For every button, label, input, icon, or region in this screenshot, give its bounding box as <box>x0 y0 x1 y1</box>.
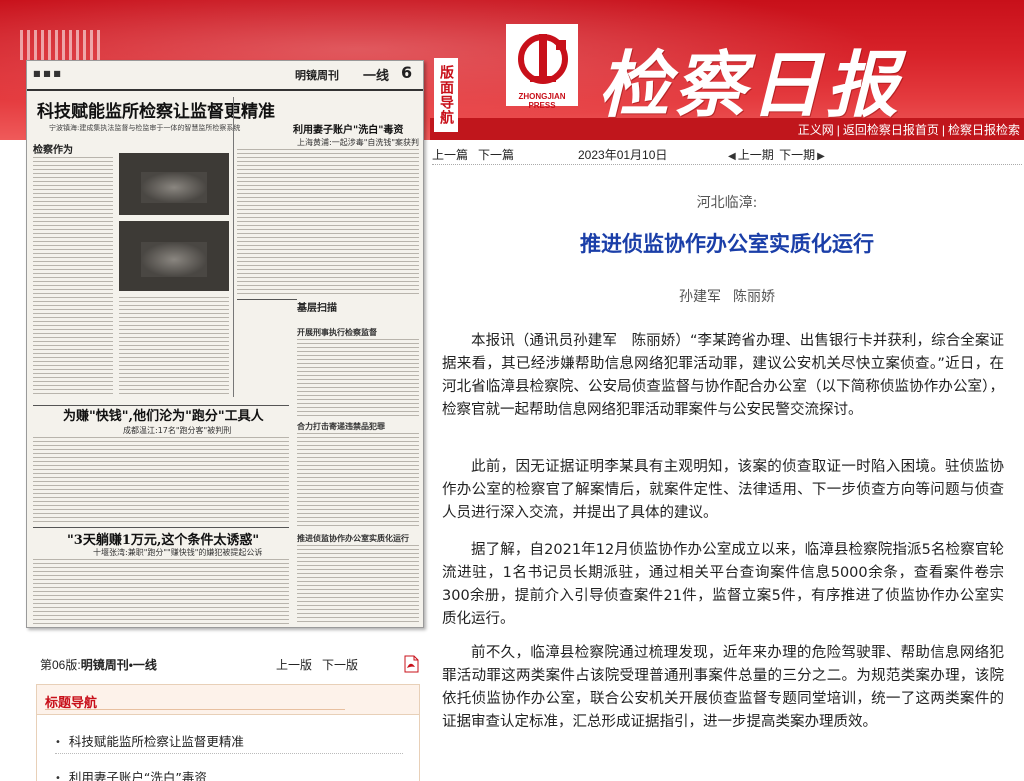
article-nav: 上一篇 下一篇 2023年01月10日 ◀ 上一期 下一期 ▶ <box>432 145 1022 163</box>
layout-guide-label: 版面导航 <box>438 65 454 125</box>
page-pager: 上一版 下一版 <box>276 656 368 673</box>
newspaper-title: 检察日报 <box>598 42 903 127</box>
arrow-left-icon: ◀ <box>728 151 736 162</box>
arrow-right-icon: ▶ <box>817 151 825 162</box>
thumb-mid-sub: 成都温江:17名"跑分客"被判刑 <box>123 426 232 435</box>
article-paragraph: 前不久，临漳县检察院通过梳理发现，近年来办理的危险驾驶罪、帮助信息网络犯罪活动罪… <box>442 645 1004 730</box>
page-header: ■ ■ ■ 明镜周刊 一线 6 <box>27 61 423 91</box>
thumb-text-block <box>297 433 419 529</box>
page-label: 第06版:明镜周刊•一线 <box>40 656 157 673</box>
prev-issue-link[interactable]: 上一期 <box>738 148 774 162</box>
column-name: 明镜周刊 <box>295 69 339 82</box>
author-name: 孙建军 <box>679 289 721 305</box>
newspaper-page-thumbnail[interactable]: ■ ■ ■ 明镜周刊 一线 6 科技赋能监所检察让监督更精准 宁波镇海:建成集执… <box>26 60 424 628</box>
banner-decoration <box>20 30 100 60</box>
press-name: ZHONGJIAN PRESS <box>518 92 566 110</box>
page-logo: ■ ■ ■ <box>33 69 61 78</box>
link-separator: | <box>941 123 945 137</box>
header-underline <box>45 709 345 710</box>
page-label-num: 第06版: <box>40 658 81 672</box>
thumb-item-c[interactable]: 推进侦监协作办公室实质化运行 <box>297 533 409 544</box>
column-divider <box>233 97 234 397</box>
issue-pager: ◀ 上一期 下一期 ▶ <box>726 146 825 163</box>
article-pager: 上一篇 下一篇 <box>432 146 524 163</box>
thumb-item-b[interactable]: 合力打击寄递违禁品犯罪 <box>297 421 385 432</box>
thumb-mid-head[interactable]: 为赚"快钱",他们沦为"跑分"工具人 <box>63 405 264 424</box>
thumb-photo <box>119 221 229 291</box>
next-issue-link[interactable]: 下一期 <box>779 148 815 162</box>
thumb-bottom-head[interactable]: "3天躺赚1万元,这个条件太诱惑" <box>67 529 259 548</box>
thumb-section-1: 检察作为 <box>33 145 73 156</box>
next-article-link[interactable]: 下一篇 <box>478 148 514 162</box>
nav-divider <box>432 164 1022 165</box>
section-rule <box>237 299 297 300</box>
thumb-bottom-sub: 十堰张湾:兼职"跑分""赚快钱"的嫌犯被提起公诉 <box>93 548 263 557</box>
thumb-text-block <box>237 149 419 295</box>
thumb-text-block <box>33 559 289 625</box>
thumb-item-a[interactable]: 开展刑事执行检察监督 <box>297 327 377 338</box>
thumb-right-sub: 上海黄浦:一起涉毒"自洗钱"案获判 <box>297 138 420 147</box>
prev-page-link[interactable]: 上一版 <box>276 658 312 672</box>
prev-article-link[interactable]: 上一篇 <box>432 148 468 162</box>
thumb-text-block <box>33 157 113 397</box>
thumb-text-block <box>119 297 229 397</box>
thumb-text-block <box>33 437 289 523</box>
title-navigation: 标题导航 科技赋能监所检察让监督更精准 利用妻子账户“洗白”毒资 <box>36 684 420 781</box>
thumb-right-head[interactable]: 利用妻子账户"洗白"毒资 <box>293 121 403 136</box>
thumb-text-block <box>297 545 419 625</box>
title-navigation-header: 标题导航 <box>37 685 419 715</box>
layout-guide-button[interactable]: 版面导航 <box>434 58 458 132</box>
thumb-subhead: 宁波镇海:建成集执法监督与检监审于一体的智慧监所检察系统 <box>49 124 241 132</box>
press-logo: ZHONGJIAN PRESS <box>506 24 578 110</box>
section-rule <box>33 527 289 528</box>
pdf-icon[interactable] <box>403 655 419 673</box>
page-info-row: 第06版:明镜周刊•一线 上一版 下一版 <box>40 656 424 674</box>
page-number: 6 <box>401 63 413 82</box>
article-kicker: 河北临漳: <box>696 195 758 211</box>
issue-date: 2023年01月10日 <box>578 148 668 162</box>
article-paragraph: 本报讯（通讯员孙建军 陈丽娇）“李某跨省办理、出售银行卡并获利，综合全案证据来看… <box>442 333 1004 418</box>
thumb-text-block <box>297 339 419 419</box>
author-name: 陈丽娇 <box>733 289 775 305</box>
toc-divider <box>55 753 403 754</box>
article-paragraph: 此前，因无证据证明李某具有主观明知，该案的侦查取证一时陷入困境。驻侦监协作办公室… <box>442 459 1004 521</box>
thumb-photo <box>119 153 229 215</box>
article-title: 推进侦监协作办公室实质化运行 <box>580 232 874 256</box>
link-search[interactable]: 检察日报检索 <box>948 123 1020 137</box>
thumb-headline[interactable]: 科技赋能监所检察让监督更精准 <box>37 97 275 122</box>
page-label-name: 明镜周刊•一线 <box>80 658 157 672</box>
next-page-link[interactable]: 下一版 <box>322 658 358 672</box>
toc-item[interactable]: 利用妻子账户“洗白”毒资 <box>55 767 207 781</box>
article-paragraph: 据了解，自2021年12月侦监协作办公室成立以来，临漳县检察院指派5名检察官轮流… <box>442 542 1004 627</box>
section-name: 一线 <box>363 69 390 84</box>
thumb-section-2: 基层扫描 <box>297 303 337 314</box>
procuratorate-emblem-icon <box>512 30 574 88</box>
article-byline: 孙建军 陈丽娇 <box>432 286 1022 306</box>
toc-item[interactable]: 科技赋能监所检察让监督更精准 <box>55 731 244 750</box>
